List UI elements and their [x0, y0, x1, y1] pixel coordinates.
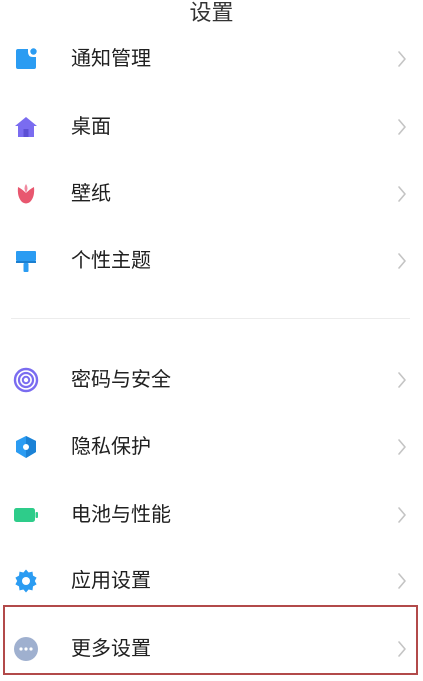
chevron-right-icon — [397, 185, 407, 203]
settings-item-more-settings[interactable]: 更多设置 — [0, 619, 423, 677]
settings-item-notifications[interactable]: 通知管理 — [0, 29, 423, 87]
chevron-right-icon — [397, 438, 407, 456]
page-title: 设置 — [189, 1, 234, 26]
tulip-icon — [13, 181, 39, 207]
settings-item-label: 应用设置 — [71, 568, 151, 592]
privacy-shield-icon — [13, 434, 39, 460]
settings-item-password-security[interactable]: 密码与安全 — [0, 350, 423, 408]
chevron-right-icon — [397, 572, 407, 590]
chevron-right-icon — [397, 252, 407, 270]
settings-item-wallpaper[interactable]: 壁纸 — [0, 164, 423, 222]
settings-item-battery[interactable]: 电池与性能 — [0, 485, 423, 543]
settings-item-label: 个性主题 — [71, 248, 151, 272]
settings-item-label: 密码与安全 — [71, 367, 171, 391]
settings-item-label: 电池与性能 — [71, 502, 171, 526]
battery-icon — [13, 502, 39, 528]
settings-item-app-settings[interactable]: 应用设置 — [0, 551, 423, 609]
settings-item-label: 更多设置 — [71, 636, 151, 660]
settings-item-label: 通知管理 — [71, 46, 151, 70]
chevron-right-icon — [397, 118, 407, 136]
home-icon — [13, 114, 39, 140]
settings-item-label: 壁纸 — [71, 181, 111, 205]
chevron-right-icon — [397, 506, 407, 524]
more-dots-icon — [13, 636, 39, 662]
chevron-right-icon — [397, 50, 407, 68]
settings-item-themes[interactable]: 个性主题 — [0, 231, 423, 289]
gear-icon — [13, 568, 39, 594]
section-divider — [11, 318, 410, 319]
chevron-right-icon — [397, 371, 407, 389]
fingerprint-icon — [13, 367, 39, 393]
paintbrush-icon — [13, 248, 39, 274]
settings-item-privacy[interactable]: 隐私保护 — [0, 417, 423, 475]
settings-item-label: 隐私保护 — [71, 434, 151, 458]
settings-item-label: 桌面 — [71, 114, 111, 138]
settings-item-desktop[interactable]: 桌面 — [0, 97, 423, 155]
notification-icon — [13, 46, 39, 72]
chevron-right-icon — [397, 640, 407, 658]
